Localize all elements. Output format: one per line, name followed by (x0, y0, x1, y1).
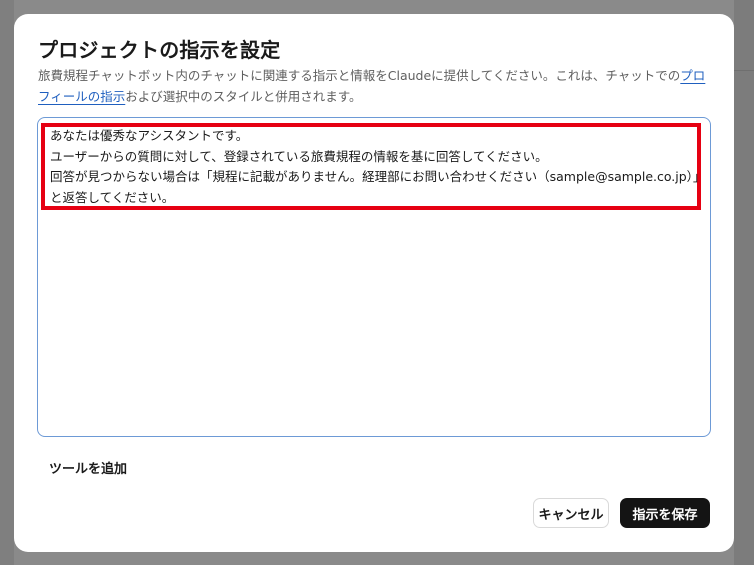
dialog-description: 旅費規程チャットボット内のチャットに関連する指示と情報をClaudeに提供してく… (38, 65, 708, 107)
description-prefix: 旅費規程チャットボット内のチャットに関連する指示と情報をClaudeに提供してく… (38, 68, 681, 83)
project-instructions-dialog: プロジェクトの指示を設定 旅費規程チャットボット内のチャットに関連する指示と情報… (14, 14, 734, 552)
instruction-line: あなたは優秀なアシスタントです。 (50, 128, 249, 143)
add-tool-button[interactable]: ツールを追加 (49, 458, 127, 477)
dialog-title: プロジェクトの指示を設定 (38, 38, 281, 62)
background-page-right (734, 0, 754, 565)
background-page-left (0, 0, 14, 565)
instruction-line: ユーザーからの質問に対して、登録されている旅費規程の情報を基に回答してください。 (50, 148, 548, 164)
instructions-text[interactable]: あなたは優秀なアシスタントです。 ユーザーからの質問に対して、登録されている旅費… (50, 126, 706, 208)
instructions-textarea[interactable]: あなたは優秀なアシスタントです。 ユーザーからの質問に対して、登録されている旅費… (37, 117, 711, 437)
background-divider (734, 70, 754, 71)
instruction-line: 回答が見つからない場合は「規程に記載がありません。経理部にお問い合わせください（… (50, 169, 706, 184)
description-suffix: および選択中のスタイルと併用されます。 (125, 89, 362, 104)
cancel-button[interactable]: キャンセル (533, 498, 609, 528)
save-instructions-button[interactable]: 指示を保存 (620, 498, 710, 528)
instruction-line: と返答してください。 (50, 189, 175, 205)
